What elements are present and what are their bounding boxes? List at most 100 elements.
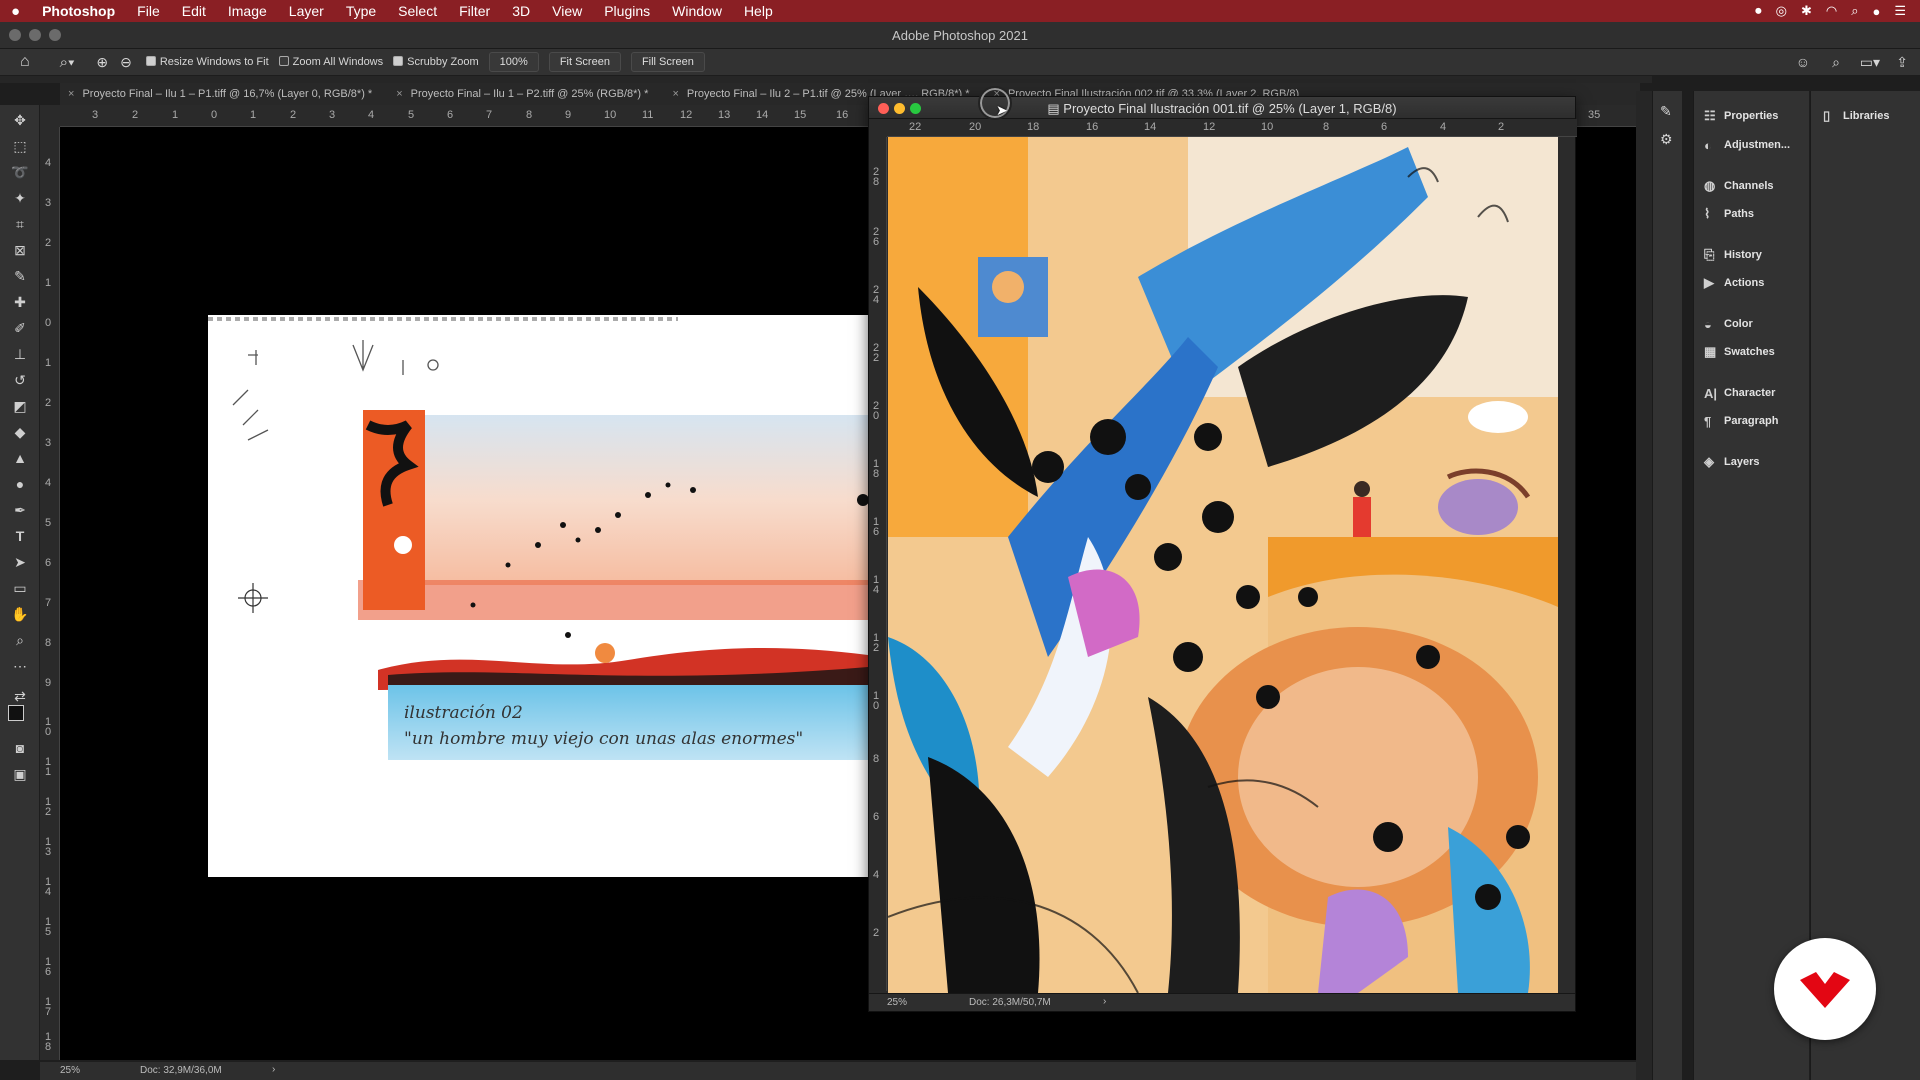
tool-presets-icon[interactable]: ⚙ <box>1660 131 1673 148</box>
ruler-origin[interactable] <box>869 119 887 137</box>
menu-help[interactable]: Help <box>733 3 784 19</box>
brush-settings-icon[interactable]: ✎ <box>1660 103 1672 120</box>
magic-wand-tool-icon[interactable]: ✦ <box>8 187 32 209</box>
floating-doc-size[interactable]: Doc: 26,3M/50,7M <box>969 997 1051 1008</box>
tab-document-1[interactable]: × Proyecto Final – Ilu 1 – P1.tiff @ 16,7… <box>60 88 388 100</box>
panel-channels[interactable]: ◍ Channels <box>1704 175 1804 197</box>
type-tool-icon[interactable]: T <box>8 525 32 547</box>
more-tools-icon[interactable]: ⋯ <box>8 655 32 677</box>
blur-tool-icon[interactable]: ▲ <box>8 447 32 469</box>
foreground-color-swatch[interactable] <box>8 705 24 721</box>
ruler-left[interactable]: 4 3 2 1 0 1 2 3 4 5 6 7 8 9 1 0 1 1 1 2 … <box>40 127 60 1060</box>
close-tab-icon[interactable]: × <box>68 88 74 100</box>
illustration-canvas[interactable] <box>888 137 1558 993</box>
workspace-icon[interactable]: ▭▾ <box>1860 54 1880 71</box>
zoom-tool-preset-icon[interactable]: ⌕▾ <box>60 54 75 71</box>
record-icon[interactable]: ⏺ <box>1755 3 1762 19</box>
panel-properties[interactable]: ☷ Properties <box>1704 105 1804 127</box>
panel-libraries[interactable]: ▯ Libraries <box>1823 105 1920 127</box>
menu-view[interactable]: View <box>541 3 593 19</box>
lasso-tool-icon[interactable]: ➰ <box>8 161 32 183</box>
zoom-value-field[interactable]: 100% <box>488 52 539 72</box>
fill-screen-button[interactable]: Fill Screen <box>630 52 705 72</box>
menu-window[interactable]: Window <box>661 3 733 19</box>
menu-layer[interactable]: Layer <box>278 3 335 19</box>
rectangle-tool-icon[interactable]: ▭ <box>8 577 32 599</box>
fit-screen-button[interactable]: Fit Screen <box>548 52 621 72</box>
hand-tool-icon[interactable]: ✋ <box>8 603 32 625</box>
healing-brush-tool-icon[interactable]: ✚ <box>8 291 32 313</box>
close-tab-icon[interactable]: × <box>396 88 402 100</box>
collapsed-panel-strip: ✎ ⚙ <box>1652 91 1682 1080</box>
zoom-tool-icon[interactable]: ⌕ <box>8 629 32 651</box>
panel-layers[interactable]: ◈ Layers <box>1704 451 1804 473</box>
zoom-all-checkbox[interactable]: Zoom All Windows <box>278 56 383 68</box>
wifi-icon[interactable]: ◠ <box>1826 3 1837 19</box>
search-icon[interactable]: ⌕ <box>1832 54 1840 71</box>
panel-paragraph[interactable]: ¶ Paragraph <box>1704 410 1804 432</box>
close-tab-icon[interactable]: × <box>672 88 678 100</box>
panel-character[interactable]: A| Character <box>1704 382 1804 404</box>
apple-menu-icon[interactable]: ● <box>0 3 31 20</box>
ruler-tick-label: 2 <box>132 109 139 121</box>
history-brush-tool-icon[interactable]: ↺ <box>8 369 32 391</box>
move-tool-icon[interactable]: ✥ <box>8 109 32 131</box>
eyedropper-tool-icon[interactable]: ✎ <box>8 265 32 287</box>
menu-3d[interactable]: 3D <box>501 3 541 19</box>
share-icon[interactable]: ⇪ <box>1896 54 1908 71</box>
clone-stamp-tool-icon[interactable]: ⊥ <box>8 343 32 365</box>
brush-tool-icon[interactable]: ✐ <box>8 317 32 339</box>
sketch-document-canvas[interactable]: ilustración 02 "un hombre muy viejo con … <box>208 315 868 877</box>
menu-app-name[interactable]: Photoshop <box>31 3 126 19</box>
home-icon[interactable]: ⌂ <box>20 53 30 71</box>
dodge-tool-icon[interactable]: ● <box>8 473 32 495</box>
floating-window-titlebar[interactable]: ▤ Proyecto Final Ilustración 001.tif @ 2… <box>869 97 1575 119</box>
menu-select[interactable]: Select <box>387 3 448 19</box>
ruler-origin[interactable] <box>40 105 60 127</box>
swap-colors-icon[interactable]: ⇄ <box>8 685 32 707</box>
scrubby-zoom-checkbox[interactable]: Scrubby Zoom <box>393 56 479 68</box>
share-people-icon[interactable]: ☺ <box>1796 54 1810 70</box>
creative-cloud-icon[interactable]: ◎ <box>1776 3 1787 19</box>
pen-tool-icon[interactable]: ✒ <box>8 499 32 521</box>
zoom-level[interactable]: 25% <box>60 1065 80 1076</box>
tab-document-2[interactable]: × Proyecto Final – Ilu 1 – P2.tiff @ 25% … <box>388 88 664 100</box>
floating-ruler-left[interactable]: 2 8 2 6 2 4 2 2 2 0 1 8 1 6 1 4 1 2 1 0 … <box>869 137 887 991</box>
marquee-tool-icon[interactable]: ⬚ <box>8 135 32 157</box>
panel-adjustments[interactable]: ◐ Adjustmen... <box>1704 134 1804 156</box>
floating-zoom-level[interactable]: 25% <box>887 997 907 1008</box>
panel-label: Adjustmen... <box>1724 139 1791 151</box>
menu-type[interactable]: Type <box>335 3 387 19</box>
frame-tool-icon[interactable]: ⊠ <box>8 239 32 261</box>
crop-tool-icon[interactable]: ⌗ <box>8 213 32 235</box>
ruler-tick-label: 4 <box>873 869 880 881</box>
panel-label: History <box>1724 249 1762 261</box>
zoom-out-icon[interactable]: ⊖ <box>120 54 132 71</box>
panel-color[interactable]: ◒ Color <box>1704 313 1804 335</box>
search-icon[interactable]: ⌕ <box>1851 3 1858 19</box>
menu-file[interactable]: File <box>126 3 171 19</box>
path-selection-tool-icon[interactable]: ➤ <box>8 551 32 573</box>
floating-ruler-top[interactable]: 22 20 18 16 14 12 10 8 6 4 2 <box>887 119 1577 137</box>
chevron-right-icon[interactable]: › <box>272 1064 275 1075</box>
resize-windows-checkbox[interactable]: Resize Windows to Fit <box>145 56 269 68</box>
zoom-in-icon[interactable]: ⊕ <box>96 54 108 71</box>
menu-edit[interactable]: Edit <box>171 3 217 19</box>
bluetooth-icon[interactable]: ✱ <box>1801 3 1812 19</box>
menu-plugins[interactable]: Plugins <box>593 3 661 19</box>
eraser-tool-icon[interactable]: ◩ <box>8 395 32 417</box>
menu-image[interactable]: Image <box>217 3 278 19</box>
panel-history[interactable]: ⎘ History <box>1704 244 1804 266</box>
control-center-icon[interactable]: ☰ <box>1894 3 1906 19</box>
doc-size[interactable]: Doc: 32,9M/36,0M <box>140 1065 222 1076</box>
panel-paths[interactable]: ⌇ Paths <box>1704 203 1804 225</box>
chevron-right-icon[interactable]: › <box>1103 996 1106 1007</box>
panel-swatches[interactable]: ▦ Swatches <box>1704 341 1804 363</box>
menu-filter[interactable]: Filter <box>448 3 501 19</box>
quick-mask-icon[interactable]: ◙ <box>8 737 32 759</box>
screen-mode-icon[interactable]: ▣ <box>8 763 32 785</box>
paint-bucket-tool-icon[interactable]: ◆ <box>8 421 32 443</box>
floating-document-window[interactable]: ▤ Proyecto Final Ilustración 001.tif @ 2… <box>868 96 1577 1012</box>
siri-icon[interactable]: ● <box>1872 4 1880 19</box>
panel-actions[interactable]: ▶ Actions <box>1704 272 1804 294</box>
